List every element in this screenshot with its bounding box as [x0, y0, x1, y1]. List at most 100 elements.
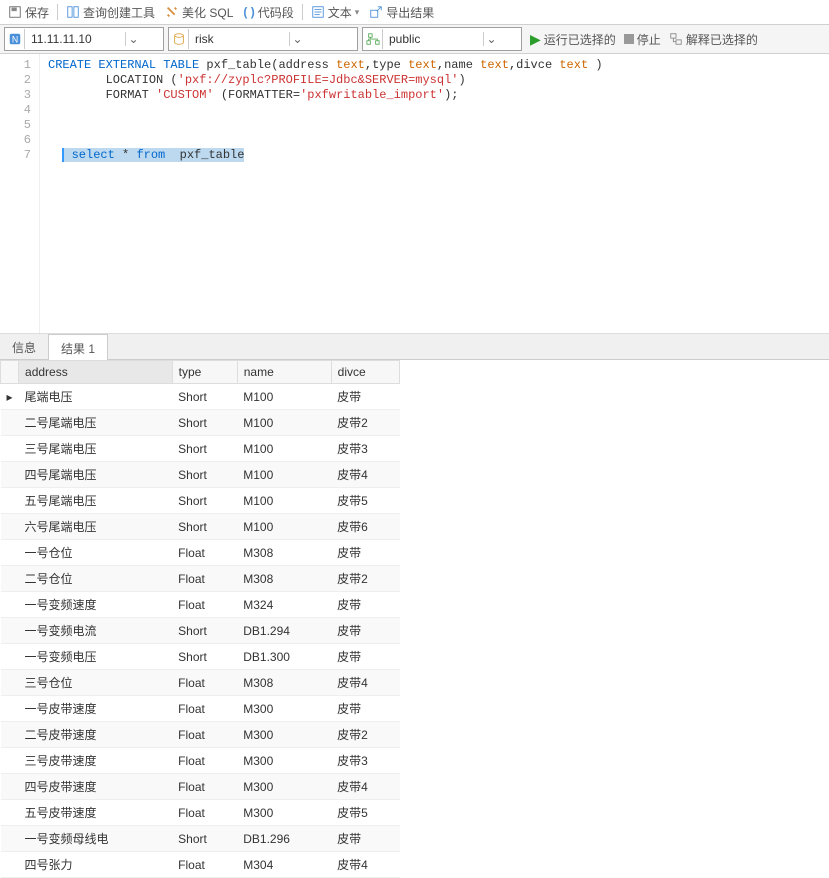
cell-address[interactable]: 一号变频母线电 [19, 826, 173, 852]
cell-divce[interactable]: 皮带2 [331, 410, 399, 436]
col-type[interactable]: type [172, 361, 237, 384]
cell-divce[interactable]: 皮带4 [331, 462, 399, 488]
cell-type[interactable]: Short [172, 436, 237, 462]
table-row[interactable]: 五号皮带速度FloatM300皮带5 [1, 800, 400, 826]
beautify-sql-button[interactable]: 美化 SQL [161, 4, 237, 21]
cell-divce[interactable]: 皮带 [331, 592, 399, 618]
table-row[interactable]: 二号仓位FloatM308皮带2 [1, 566, 400, 592]
cell-address[interactable]: 三号仓位 [19, 670, 173, 696]
cell-divce[interactable]: 皮带3 [331, 748, 399, 774]
cell-type[interactable]: Short [172, 410, 237, 436]
cell-name[interactable]: M304 [237, 852, 331, 878]
col-address[interactable]: address [19, 361, 173, 384]
cell-type[interactable]: Short [172, 514, 237, 540]
cell-name[interactable]: M308 [237, 566, 331, 592]
cell-name[interactable]: DB1.294 [237, 618, 331, 644]
cell-address[interactable]: 六号尾端电压 [19, 514, 173, 540]
export-result-button[interactable]: 导出结果 [365, 4, 438, 21]
cell-divce[interactable]: 皮带 [331, 826, 399, 852]
schema-combo[interactable]: public ⌄ [362, 27, 522, 51]
cell-name[interactable]: DB1.296 [237, 826, 331, 852]
cell-type[interactable]: Short [172, 826, 237, 852]
text-button[interactable]: 文本 ▾ [307, 4, 364, 21]
cell-address[interactable]: 一号皮带速度 [19, 696, 173, 722]
table-row[interactable]: 二号尾端电压ShortM100皮带2 [1, 410, 400, 436]
cell-name[interactable]: M308 [237, 540, 331, 566]
cell-name[interactable]: M100 [237, 384, 331, 410]
table-row[interactable]: 六号尾端电压ShortM100皮带6 [1, 514, 400, 540]
cell-name[interactable]: M100 [237, 488, 331, 514]
table-row[interactable]: 四号尾端电压ShortM100皮带4 [1, 462, 400, 488]
cell-divce[interactable]: 皮带5 [331, 800, 399, 826]
cell-divce[interactable]: 皮带3 [331, 436, 399, 462]
code-area[interactable]: CREATE EXTERNAL TABLE pxf_table(address … [40, 54, 829, 333]
cell-name[interactable]: M100 [237, 410, 331, 436]
cell-address[interactable]: 二号仓位 [19, 566, 173, 592]
table-row[interactable]: 二号皮带速度FloatM300皮带2 [1, 722, 400, 748]
cell-name[interactable]: M100 [237, 436, 331, 462]
cell-type[interactable]: Short [172, 384, 237, 410]
cell-name[interactable]: M300 [237, 800, 331, 826]
cell-type[interactable]: Short [172, 618, 237, 644]
cell-divce[interactable]: 皮带2 [331, 722, 399, 748]
table-row[interactable]: 三号尾端电压ShortM100皮带3 [1, 436, 400, 462]
cell-divce[interactable]: 皮带2 [331, 566, 399, 592]
col-divce[interactable]: divce [331, 361, 399, 384]
table-row[interactable]: 一号仓位FloatM308皮带 [1, 540, 400, 566]
result-grid[interactable]: address type name divce ▸尾端电压ShortM100皮带… [0, 360, 400, 878]
cell-name[interactable]: M308 [237, 670, 331, 696]
cell-divce[interactable]: 皮带 [331, 384, 399, 410]
cell-address[interactable]: 一号仓位 [19, 540, 173, 566]
stop-button[interactable]: 停止 [624, 31, 661, 48]
cell-name[interactable]: M324 [237, 592, 331, 618]
cell-divce[interactable]: 皮带 [331, 644, 399, 670]
table-row[interactable]: 一号变频母线电ShortDB1.296皮带 [1, 826, 400, 852]
cell-address[interactable]: 二号尾端电压 [19, 410, 173, 436]
table-row[interactable]: 三号皮带速度FloatM300皮带3 [1, 748, 400, 774]
cell-address[interactable]: 一号变频速度 [19, 592, 173, 618]
table-row[interactable]: 一号变频速度FloatM324皮带 [1, 592, 400, 618]
host-combo[interactable]: N 11.11.11.10 ⌄ [4, 27, 164, 51]
table-row[interactable]: ▸尾端电压ShortM100皮带 [1, 384, 400, 410]
cell-type[interactable]: Float [172, 800, 237, 826]
code-snippet-button[interactable]: ( ) 代码段 [239, 4, 297, 21]
cell-name[interactable]: M300 [237, 696, 331, 722]
cell-divce[interactable]: 皮带5 [331, 488, 399, 514]
explain-button[interactable]: 解释已选择的 [669, 31, 758, 48]
cell-name[interactable]: M100 [237, 514, 331, 540]
table-row[interactable]: 五号尾端电压ShortM100皮带5 [1, 488, 400, 514]
cell-type[interactable]: Short [172, 462, 237, 488]
table-row[interactable]: 三号仓位FloatM308皮带4 [1, 670, 400, 696]
cell-type[interactable]: Float [172, 852, 237, 878]
cell-type[interactable]: Short [172, 488, 237, 514]
run-button[interactable]: ▶ 运行已选择的 [530, 31, 616, 48]
cell-type[interactable]: Float [172, 670, 237, 696]
cell-type[interactable]: Float [172, 748, 237, 774]
cell-name[interactable]: M300 [237, 748, 331, 774]
query-builder-button[interactable]: 查询创建工具 [62, 4, 159, 21]
table-row[interactable]: 四号张力FloatM304皮带4 [1, 852, 400, 878]
col-name[interactable]: name [237, 361, 331, 384]
cell-divce[interactable]: 皮带4 [331, 670, 399, 696]
save-button[interactable]: 保存 [4, 4, 53, 21]
table-row[interactable]: 一号变频电流ShortDB1.294皮带 [1, 618, 400, 644]
cell-address[interactable]: 五号皮带速度 [19, 800, 173, 826]
cell-address[interactable]: 四号张力 [19, 852, 173, 878]
cell-type[interactable]: Float [172, 566, 237, 592]
cell-name[interactable]: DB1.300 [237, 644, 331, 670]
cell-divce[interactable]: 皮带6 [331, 514, 399, 540]
cell-type[interactable]: Short [172, 644, 237, 670]
table-row[interactable]: 一号皮带速度FloatM300皮带 [1, 696, 400, 722]
cell-address[interactable]: 五号尾端电压 [19, 488, 173, 514]
cell-address[interactable]: 一号变频电流 [19, 618, 173, 644]
table-row[interactable]: 一号变频电压ShortDB1.300皮带 [1, 644, 400, 670]
cell-address[interactable]: 二号皮带速度 [19, 722, 173, 748]
cell-address[interactable]: 四号尾端电压 [19, 462, 173, 488]
tab-info[interactable]: 信息 [0, 334, 48, 359]
database-combo[interactable]: risk ⌄ [168, 27, 358, 51]
cell-name[interactable]: M300 [237, 722, 331, 748]
cell-type[interactable]: Float [172, 540, 237, 566]
cell-name[interactable]: M100 [237, 462, 331, 488]
sql-editor[interactable]: 1 2 3 4 5 6 7 CREATE EXTERNAL TABLE pxf_… [0, 54, 829, 334]
cell-address[interactable]: 一号变频电压 [19, 644, 173, 670]
